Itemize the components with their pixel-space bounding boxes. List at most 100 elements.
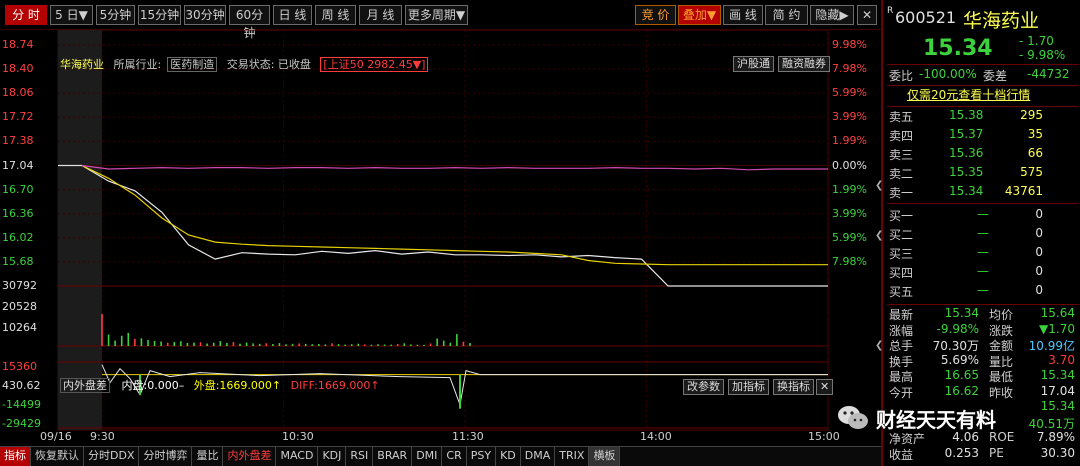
ask-level-label: 卖二 [889, 167, 914, 181]
hgt-chip[interactable]: 沪股通 [733, 56, 774, 72]
bid-row[interactable]: 买二 — 0 [889, 226, 1079, 244]
period-button[interactable]: 15分钟 [138, 5, 181, 25]
indicator-tab[interactable]: 恢复默认 [31, 447, 84, 466]
divider [887, 64, 1079, 65]
bid-price: — [977, 283, 989, 297]
period-button[interactable]: 5分钟 [96, 5, 135, 25]
indicator-name[interactable]: 内外盘差 [60, 378, 110, 393]
stat-row: 收益 0.253 PE 30.30 [889, 446, 1079, 464]
period-button[interactable]: 更多周期▼ [405, 5, 468, 25]
time-tick-label: 15:00 [808, 430, 840, 443]
percent-tick-label: 7.98% [832, 254, 867, 268]
ask-level-label: 卖三 [889, 148, 914, 162]
period-button[interactable]: 周 线 [315, 5, 356, 25]
ask-row[interactable]: 卖一 15.34 43761 [889, 184, 1079, 202]
bid-row[interactable]: 买一 — 0 [889, 207, 1079, 225]
indicator-tick-label: 15360 [2, 360, 37, 373]
period-button[interactable]: 月 线 [359, 5, 402, 25]
close-icon[interactable]: ✕ [857, 5, 877, 25]
collapse-arrow-icon[interactable]: ❮ [875, 230, 883, 241]
bid-price: — [977, 226, 989, 240]
stat-value: 5.69% [940, 352, 979, 367]
ask-row[interactable]: 卖二 15.35 575 [889, 165, 1079, 183]
ask-row[interactable]: 卖三 15.36 66 [889, 146, 1079, 164]
quote-panel: R 600521 华海药业 15.34 - 1.70 - 9.98% 委比 -1… [881, 0, 1080, 466]
price-tick-label: 18.40 [2, 62, 34, 76]
bid-row[interactable]: 买五 — 0 [889, 283, 1079, 301]
ask-row[interactable]: 卖四 15.37 35 [889, 127, 1079, 145]
stat-label: 涨跌 [989, 323, 1014, 338]
bid-row[interactable]: 买三 — 0 [889, 245, 1079, 263]
watermark: 财经天天有料 [836, 400, 1076, 440]
indicator-tab[interactable]: PSY [467, 447, 497, 466]
indicator-tab[interactable]: KD [496, 447, 521, 466]
indicator-tab[interactable]: 指标 [0, 447, 31, 466]
bid-row[interactable]: 买四 — 0 [889, 264, 1079, 282]
indicator-tab[interactable]: CR [442, 447, 467, 466]
indicator-tab[interactable]: 内外盘差 [223, 447, 277, 466]
close-indicator-button[interactable]: ✕ [816, 379, 834, 395]
add-indicator-button[interactable]: 加指标 [728, 379, 769, 395]
stat-value: 15.34 [1040, 368, 1075, 382]
indicator-tab[interactable]: 横板 [589, 447, 621, 466]
percent-tick-label: 7.98% [832, 62, 867, 76]
trade-state: 交易状态: 已收盘 [226, 58, 311, 71]
indicator-tick-label: -29429 [2, 417, 41, 430]
period-button[interactable]: 60分钟 [229, 5, 270, 40]
tool-button[interactable]: 隐藏▶ [810, 5, 854, 25]
level2-promo-link[interactable]: 仅需20元查看十档行情 [907, 86, 1030, 103]
ask-level-label: 卖四 [889, 129, 914, 143]
stat-value: 70.30万 [932, 339, 979, 353]
indicator-tab[interactable]: DMI [412, 447, 443, 466]
pre-open-band [58, 30, 102, 430]
industry-value[interactable]: 医药制造 [167, 57, 218, 72]
bid-level-label: 买二 [889, 228, 914, 242]
indicator-tab[interactable]: DMA [521, 447, 556, 466]
stat-label: 收益 [889, 447, 914, 462]
index-overlay-selector[interactable]: [上证50 2982.45▼] [320, 57, 429, 72]
rzrq-chip[interactable]: 融资融券 [778, 56, 830, 72]
stat-value: 15.34 [944, 306, 979, 320]
indicator-tick-label: 430.62 [2, 379, 41, 392]
indicator-tab[interactable]: BRAR [373, 447, 413, 466]
quote-title: R 600521 华海药业 [883, 2, 1080, 32]
weibi-value: -100.00% [919, 67, 977, 81]
indicator-tab[interactable]: MACD [276, 447, 319, 466]
indicator-tab[interactable]: 分时博弈 [139, 447, 193, 466]
period-button[interactable]: 5 日▼ [50, 5, 93, 25]
bid-price: — [977, 264, 989, 278]
divider [887, 203, 1079, 204]
edit-params-button[interactable]: 改参数 [683, 379, 724, 395]
bid-price: — [977, 207, 989, 221]
tool-button[interactable]: 画 线 [723, 5, 763, 25]
period-button[interactable]: 30分钟 [184, 5, 226, 25]
ask-row[interactable]: 卖五 15.38 295 [889, 108, 1079, 126]
bid-level-label: 买四 [889, 266, 914, 280]
period-button[interactable]: 分 时 [5, 5, 47, 25]
indicator-tab[interactable]: KDJ [318, 447, 347, 466]
indicator-tab[interactable]: 量比 [192, 447, 224, 466]
tool-button[interactable]: 竞 价 [635, 5, 676, 25]
percent-tick-label: 5.99% [832, 230, 867, 244]
switch-indicator-button[interactable]: 换指标 [773, 379, 814, 395]
weicha-label: 委差 [983, 69, 1008, 83]
series-line-price [81, 164, 828, 287]
indicator-tab[interactable]: RSI [346, 447, 374, 466]
price-tick-label: 15.68 [2, 254, 34, 268]
ask-price: 15.36 [949, 146, 984, 160]
collapse-arrow-icon[interactable]: ❮ [875, 340, 883, 351]
period-button[interactable]: 日 线 [273, 5, 312, 25]
indicator-tab-bar: 指标 恢复默认 分时DDX 分时博弈 量比 内外盘差 MACD KDJ RSI BRAR DMI CR… [0, 446, 881, 466]
stat-label: 量比 [989, 354, 1014, 369]
stat-value: 30.30 [1040, 445, 1075, 460]
indicator-tab[interactable]: 分时DDX [84, 447, 140, 466]
bid-price: — [977, 245, 989, 259]
tool-button[interactable]: 简 约 [765, 5, 808, 25]
volume-tick-label: 30792 [2, 279, 37, 292]
diff-value: DIFF:1669.000↑ [290, 379, 380, 392]
collapse-arrow-icon[interactable]: ❮ [875, 180, 883, 191]
tool-button[interactable]: 叠加▼ [678, 5, 721, 25]
indicator-tab[interactable]: TRIX [555, 447, 590, 466]
ask-volume: 35 [1027, 127, 1043, 141]
intraday-chart[interactable] [0, 30, 881, 466]
